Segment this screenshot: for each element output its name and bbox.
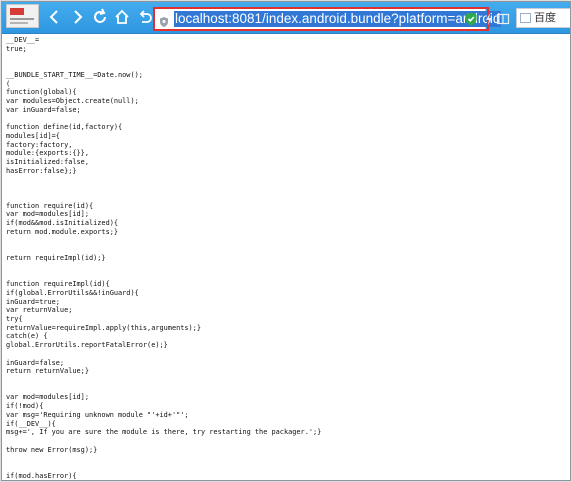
code-line: __DEV__= [6, 36, 40, 44]
code-line: global.ErrorUtils.reportFatalError(e);} [6, 341, 168, 350]
code-line: var modules=Object.create(null); [6, 97, 139, 106]
code-line: function requireImpl(id){ [6, 280, 110, 289]
code-line: if(__DEV__){ [6, 419, 56, 428]
code-line: inGuard=false; [6, 358, 65, 367]
url-text[interactable]: localhost:8081/index.android.bundle?plat… [174, 11, 502, 27]
address-bar-icons [464, 11, 510, 27]
search-engine-label: 百度 [534, 11, 556, 24]
code-line: factory:factory, [6, 140, 73, 149]
code-line: returnValue=requireImpl.apply(this,argum… [6, 323, 201, 332]
page-thumbnail[interactable] [6, 4, 39, 28]
green-shield-icon[interactable] [464, 11, 478, 26]
code-line: var mod=modules[id]; [6, 210, 89, 219]
code-line: isInitialized:false, [6, 158, 89, 167]
undo-icon[interactable] [136, 8, 154, 26]
code-line: if(global.ErrorUtils&&!inGuard){ [6, 288, 139, 297]
code-line: module:{exports:{}}, [6, 149, 89, 158]
code-line: msg+=', If you are sure the module is th… [6, 428, 322, 437]
page-content: __DEV__= true; __BUNDLE_START_TIME__=Dat… [2, 34, 570, 480]
address-bar[interactable]: localhost:8081/index.android.bundle?plat… [153, 8, 502, 30]
code-line: throw new Error(msg);} [6, 445, 98, 454]
baidu-icon [520, 13, 531, 23]
browser-window: localhost:8081/index.android.bundle?plat… [1, 1, 571, 481]
code-line: var mod=modules[id]; [6, 393, 89, 402]
code-line: inGuard=true; [6, 297, 60, 306]
code-line: function(global){ [6, 88, 77, 97]
code-line: var inGuard=false; [6, 105, 81, 114]
code-line: return returnValue;} [6, 367, 89, 376]
code-line: ( [6, 79, 11, 88]
reload-icon[interactable] [91, 8, 109, 26]
code-line: if(mod&&mod.isInitialized){ [6, 219, 119, 228]
code-line: true; [6, 44, 27, 53]
code-line: var returnValue; [6, 306, 73, 315]
search-box[interactable]: 百度 [516, 8, 570, 28]
code-line: __BUNDLE_START_TIME__=Date.now(); [6, 70, 143, 79]
browser-toolbar: localhost:8081/index.android.bundle?plat… [2, 2, 570, 34]
forward-arrow-icon[interactable] [68, 8, 86, 26]
code-line: modules[id]={ [6, 131, 60, 140]
back-arrow-icon[interactable] [46, 8, 64, 26]
bundle-source-code: __DEV__= true; __BUNDLE_START_TIME__=Dat… [6, 36, 321, 480]
code-line: var msg='Requiring unknown module "'+id+… [6, 410, 189, 419]
code-line: catch(e) { [6, 332, 48, 341]
code-line: if(!mod){ [6, 402, 44, 411]
split-view-icon[interactable] [496, 11, 510, 25]
code-line: if(mod.hasError){ [6, 471, 77, 480]
code-line: function require(id){ [6, 201, 94, 210]
code-line: function define(id,factory){ [6, 123, 123, 132]
code-line: return requireImpl(id);} [6, 253, 106, 262]
code-line: try{ [6, 315, 23, 323]
code-line: return mod.module.exports;} [6, 227, 119, 236]
lightning-icon[interactable] [482, 11, 496, 25]
site-shield-icon[interactable] [158, 13, 170, 27]
home-icon[interactable] [113, 8, 131, 26]
code-line: hasError:false};} [6, 166, 77, 175]
